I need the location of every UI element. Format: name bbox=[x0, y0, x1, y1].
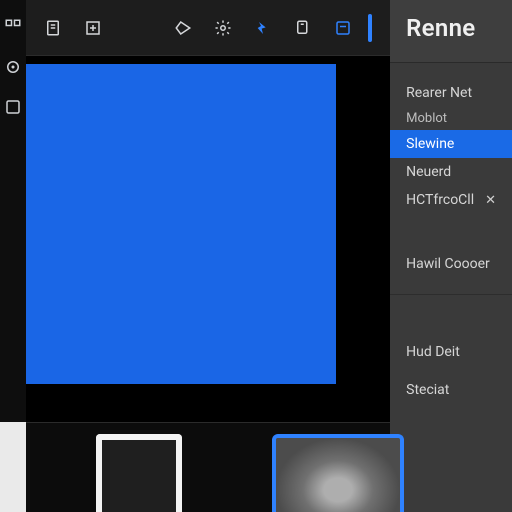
menu-item-hawil-coooer[interactable]: Hawil Coooer bbox=[390, 250, 512, 278]
menu-group: Hud Deit Steciat bbox=[390, 322, 512, 414]
panel-header: Renne bbox=[390, 0, 512, 63]
menu-item-neuerd[interactable]: Neuerd bbox=[390, 158, 512, 186]
menu-item-label: Rearer Net bbox=[406, 85, 472, 101]
thumbnail[interactable] bbox=[96, 434, 182, 512]
menu-separator bbox=[390, 224, 512, 234]
menu-item-label: Hawil Coooer bbox=[406, 256, 490, 272]
render-icon[interactable] bbox=[334, 19, 352, 37]
tag-icon[interactable] bbox=[174, 19, 192, 37]
menu-separator bbox=[390, 366, 512, 376]
left-tool-strip bbox=[0, 0, 26, 512]
menu-item-steciat[interactable]: Steciat bbox=[390, 376, 512, 404]
fx-icon[interactable] bbox=[254, 19, 272, 37]
thumbnail-bar bbox=[26, 422, 390, 512]
menu-item-slewine[interactable]: Slewine bbox=[390, 130, 512, 158]
close-icon[interactable]: ✕ bbox=[485, 193, 496, 208]
home-icon[interactable] bbox=[4, 18, 22, 36]
menu-item-label: HCTfrcoCll bbox=[406, 192, 474, 208]
menu-item-label: Neuerd bbox=[406, 164, 451, 180]
top-toolbar bbox=[26, 0, 390, 56]
export-icon[interactable] bbox=[84, 19, 102, 37]
menu-item-label: Moblot bbox=[406, 111, 447, 126]
panel-body: Rearer Net Moblot Slewine Neuerd HCTfrco… bbox=[390, 63, 512, 512]
menu-group: Rearer Net Moblot Slewine Neuerd HCTfrco… bbox=[390, 63, 512, 224]
menu-item-moblot[interactable]: Moblot bbox=[390, 107, 512, 130]
menu-item-label: Slewine bbox=[406, 136, 454, 152]
menu-item-label: Hud Deit bbox=[406, 344, 460, 360]
app-root: Renne Rearer Net Moblot Slewine Neuerd H… bbox=[0, 0, 512, 512]
layers-icon[interactable] bbox=[294, 19, 312, 37]
edit-icon[interactable] bbox=[4, 98, 22, 116]
render-indicator bbox=[368, 14, 372, 42]
menu-item-label: Steciat bbox=[406, 382, 449, 398]
menu-separator bbox=[390, 294, 512, 322]
menu-group: Hawil Coooer bbox=[390, 234, 512, 288]
gear-icon[interactable] bbox=[214, 19, 232, 37]
files-icon[interactable] bbox=[44, 19, 62, 37]
menu-item-rearer-net[interactable]: Rearer Net bbox=[390, 79, 512, 107]
menu-item-hud-deit[interactable]: Hud Deit bbox=[390, 338, 512, 366]
canvas-preview[interactable] bbox=[26, 64, 336, 384]
menu-item-hctfrcocll[interactable]: HCTfrcoCll ✕ bbox=[390, 186, 512, 214]
panel-title: Renne bbox=[406, 14, 496, 42]
cursor-icon[interactable] bbox=[4, 58, 22, 76]
properties-panel: Renne Rearer Net Moblot Slewine Neuerd H… bbox=[390, 0, 512, 512]
main-area bbox=[26, 0, 390, 512]
thumbnail-selected[interactable] bbox=[272, 434, 404, 512]
